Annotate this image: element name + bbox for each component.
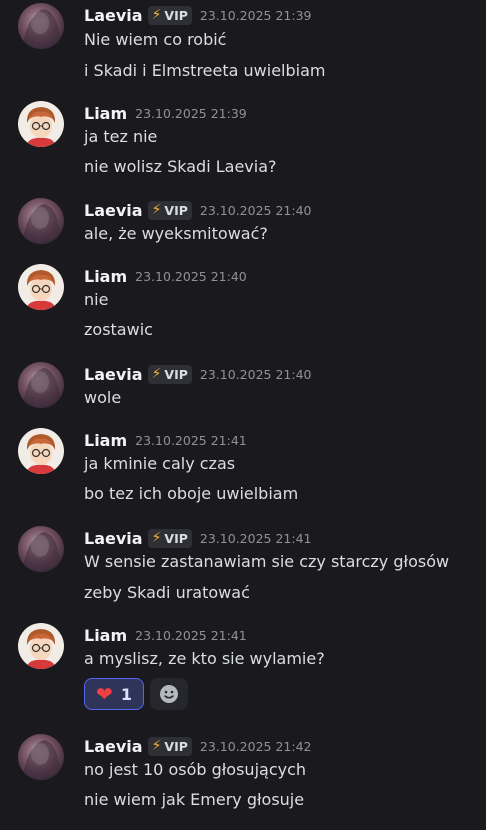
avatar-liam[interactable] (18, 623, 64, 669)
message-text: zeby Skadi uratować (84, 583, 250, 602)
avatar-laevia[interactable] (18, 734, 64, 780)
message-header: Laevia ⚡ VIP 23.10.2025 21:39 (84, 3, 311, 27)
message-header: Liam 23.10.2025 21:40 (84, 264, 247, 288)
message-text: nie (84, 290, 109, 309)
timestamp: 23.10.2025 21:40 (199, 202, 312, 218)
avatar-liam[interactable] (18, 264, 64, 310)
message-text: wole (84, 388, 122, 407)
message-text: Nie wiem co robić (84, 30, 227, 49)
timestamp: 23.10.2025 21:39 (135, 105, 247, 121)
lightning-bolt-icon: ⚡ (151, 366, 162, 382)
message-text: nie wiem jak Emery głosuje (84, 790, 305, 809)
message-text: ja tez nie (84, 127, 158, 146)
timestamp: 23.10.2025 21:41 (135, 432, 247, 448)
author-name[interactable]: Laevia (84, 201, 143, 220)
vip-badge: ⚡ VIP (147, 5, 192, 25)
vip-badge: ⚡ VIP (147, 528, 192, 548)
author-name[interactable]: Liam (84, 104, 127, 123)
timestamp: 23.10.2025 21:40 (135, 268, 247, 284)
lightning-bolt-icon: ⚡ (151, 202, 162, 218)
author-name[interactable]: Laevia (84, 365, 143, 384)
vip-badge-label: VIP (164, 366, 188, 382)
smiley-icon (160, 685, 178, 703)
reaction-count: 1 (120, 684, 132, 704)
vip-badge-label: VIP (164, 738, 188, 754)
vip-badge: ⚡ VIP (147, 364, 192, 384)
message-text: nie wolisz Skadi Laevia? (84, 157, 277, 176)
message-header: Laevia ⚡ VIP 23.10.2025 21:42 (84, 734, 311, 758)
avatar-laevia[interactable] (18, 526, 64, 572)
message-text: zostawic (84, 320, 153, 339)
message-header: Liam 23.10.2025 21:41 (84, 428, 247, 452)
message-header: Liam 23.10.2025 21:41 (84, 623, 247, 647)
vip-badge-label: VIP (164, 7, 188, 23)
message-text: no jest 10 osób głosujących (84, 760, 307, 779)
lightning-bolt-icon: ⚡ (151, 530, 162, 546)
avatar-liam[interactable] (18, 101, 64, 147)
red-heart-icon: ❤ (96, 682, 113, 706)
vip-badge: ⚡ VIP (147, 200, 192, 220)
message-header: Laevia ⚡ VIP 23.10.2025 21:40 (84, 198, 311, 222)
timestamp: 23.10.2025 21:39 (199, 7, 312, 23)
add-reaction-button[interactable] (150, 678, 188, 710)
lightning-bolt-icon: ⚡ (151, 7, 162, 23)
message-text: bo tez ich oboje uwielbiam (84, 484, 299, 503)
vip-badge-label: VIP (164, 202, 188, 218)
author-name[interactable]: Liam (84, 626, 127, 645)
author-name[interactable]: Liam (84, 267, 127, 286)
avatar-liam[interactable] (18, 428, 64, 474)
vip-badge: ⚡ VIP (147, 736, 192, 756)
avatar-laevia[interactable] (18, 362, 64, 408)
lightning-bolt-icon: ⚡ (151, 738, 162, 754)
message-text: a myslisz, ze kto sie wylamie? (84, 649, 325, 668)
message-text: ja kminie caly czas (84, 454, 236, 473)
avatar-laevia[interactable] (18, 3, 64, 49)
timestamp: 23.10.2025 21:42 (199, 738, 312, 754)
message-text: ale, że wyeksmitować? (84, 224, 268, 243)
vip-badge-label: VIP (164, 530, 188, 546)
message-text: i Skadi i Elmstreeta uwielbiam (84, 61, 326, 80)
author-name[interactable]: Liam (84, 431, 127, 450)
timestamp: 23.10.2025 21:41 (135, 627, 247, 643)
author-name[interactable]: Laevia (84, 6, 143, 25)
avatar-laevia[interactable] (18, 198, 64, 244)
timestamp: 23.10.2025 21:41 (199, 530, 312, 546)
message-header: Laevia ⚡ VIP 23.10.2025 21:40 (84, 362, 311, 386)
timestamp: 23.10.2025 21:40 (199, 366, 312, 382)
message-header: Liam 23.10.2025 21:39 (84, 101, 247, 125)
author-name[interactable]: Laevia (84, 737, 143, 756)
message-header: Laevia ⚡ VIP 23.10.2025 21:41 (84, 526, 311, 550)
reaction-heart-button[interactable]: ❤ 1 (84, 678, 144, 710)
author-name[interactable]: Laevia (84, 529, 143, 548)
message-text: W sensie zastanawiam sie czy starczy gło… (84, 552, 450, 571)
